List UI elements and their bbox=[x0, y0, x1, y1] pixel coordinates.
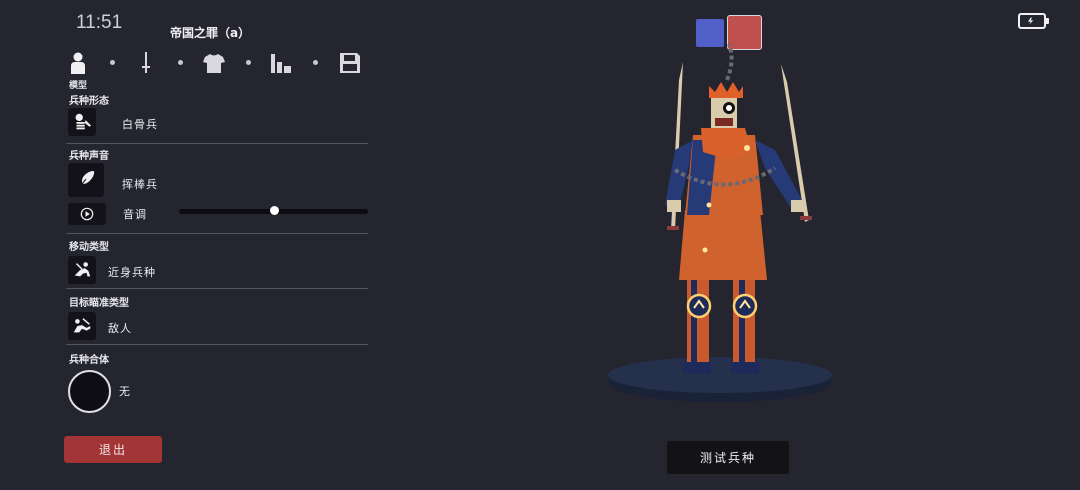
section-label-unit-form: 兵种形态 bbox=[69, 96, 109, 107]
status-time: 11:51 bbox=[76, 12, 123, 33]
section-label-targeting: 目标瞄准类型 bbox=[69, 298, 129, 309]
battery-tip bbox=[1046, 18, 1049, 24]
tab-separator bbox=[313, 60, 318, 65]
test-unit-button[interactable]: 测试兵种 bbox=[667, 441, 789, 474]
skeleton-icon bbox=[75, 113, 92, 130]
tab-clothing[interactable] bbox=[201, 50, 227, 76]
battery-icon bbox=[1018, 13, 1046, 29]
person-icon bbox=[71, 52, 85, 74]
unit-voice-selector[interactable] bbox=[68, 163, 104, 197]
divider bbox=[66, 143, 368, 144]
movement-selector[interactable] bbox=[68, 256, 96, 284]
unit-preview[interactable] bbox=[605, 40, 845, 420]
tab-separator bbox=[246, 60, 251, 65]
shirt-icon bbox=[203, 54, 225, 73]
tab-model[interactable] bbox=[65, 50, 91, 76]
pitch-slider-knob[interactable] bbox=[269, 206, 279, 215]
sword-icon bbox=[142, 52, 150, 73]
targeting-value: 敌人 bbox=[108, 322, 132, 335]
unit-form-value: 白骨兵 bbox=[122, 118, 158, 131]
tab-weapon[interactable] bbox=[133, 50, 159, 76]
tab-separator bbox=[110, 60, 115, 65]
tab-stats[interactable] bbox=[268, 50, 294, 76]
pitch-label: 音调 bbox=[123, 208, 147, 221]
target-enemy-icon bbox=[73, 318, 91, 333]
play-icon bbox=[80, 207, 94, 221]
save-icon bbox=[340, 53, 360, 73]
stats-icon bbox=[271, 54, 291, 73]
section-label-movement: 移动类型 bbox=[69, 242, 109, 253]
exit-button[interactable]: 退出 bbox=[64, 436, 162, 463]
tab-save[interactable] bbox=[337, 50, 363, 76]
divider bbox=[66, 288, 368, 289]
active-tab-label: 模型 bbox=[69, 81, 88, 91]
melee-icon bbox=[74, 262, 91, 277]
targeting-selector[interactable] bbox=[68, 312, 96, 340]
pitch-slider[interactable] bbox=[179, 206, 368, 215]
section-label-unit-merge: 兵种合体 bbox=[69, 355, 109, 366]
divider bbox=[66, 344, 368, 345]
divider bbox=[66, 233, 368, 234]
unit-title: 帝国之罪（a） bbox=[170, 26, 251, 40]
play-voice-button[interactable] bbox=[68, 203, 106, 225]
unit-voice-value: 挥棒兵 bbox=[122, 178, 158, 191]
tab-separator bbox=[178, 60, 183, 65]
unit-merge-slot[interactable] bbox=[68, 370, 111, 413]
unit-form-selector[interactable] bbox=[68, 108, 96, 136]
section-label-unit-voice: 兵种声音 bbox=[69, 151, 109, 162]
movement-value: 近身兵种 bbox=[108, 266, 156, 279]
feather-icon bbox=[78, 171, 95, 189]
unit-merge-value: 无 bbox=[119, 385, 131, 398]
